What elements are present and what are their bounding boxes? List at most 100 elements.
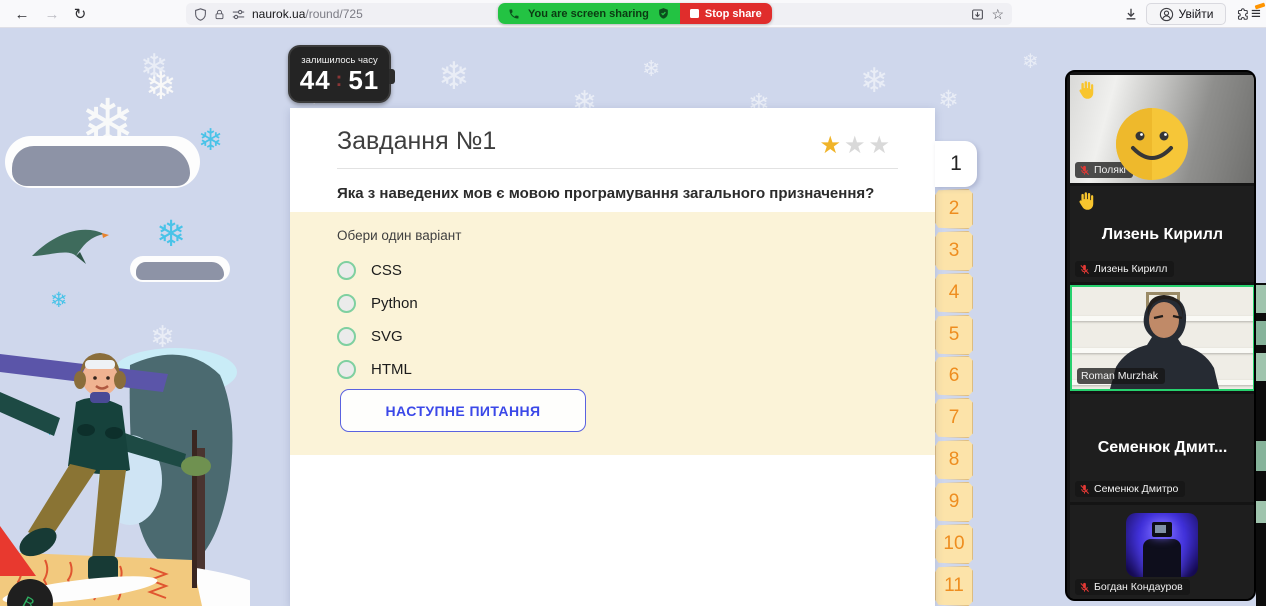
lock-icon[interactable] — [214, 8, 225, 21]
participant-name: Богдан Кондауров — [1094, 581, 1183, 593]
raised-hand-icon — [1075, 79, 1097, 101]
video-call-panel: Полякі Лизень Кирилл Лизень Кирилл — [1065, 70, 1256, 601]
participant-center-name: Семенюк Дмит... — [1070, 439, 1255, 457]
question-tab-6[interactable]: 6 — [935, 356, 973, 396]
snowflake-icon: ❄ — [50, 290, 68, 311]
next-question-button[interactable]: НАСТУПНЕ ПИТАННЯ — [340, 389, 586, 432]
divider — [337, 168, 898, 169]
option-svg[interactable]: SVG — [337, 320, 403, 353]
question-tab-7[interactable]: 7 — [935, 398, 973, 438]
account-icon — [1159, 7, 1174, 22]
question-tab-10[interactable]: 10 — [935, 524, 973, 564]
radio-button[interactable] — [337, 294, 356, 313]
question-tab-3[interactable]: 3 — [935, 231, 973, 271]
option-label: Python — [371, 295, 418, 312]
menu-icon[interactable]: ≡ — [1246, 0, 1266, 28]
question-tab-4[interactable]: 4 — [935, 273, 973, 313]
quiz-card: Завдання №1 ★★★ Яка з наведених мов є мо… — [290, 108, 935, 606]
snowflake-icon: ❄ — [438, 58, 470, 96]
save-tray-icon[interactable] — [971, 8, 984, 21]
participant-name: Лизень Кирилл — [1094, 263, 1167, 275]
winter-skier-illustration: B — [0, 330, 250, 606]
permissions-icon[interactable] — [232, 8, 245, 21]
radio-button[interactable] — [337, 327, 356, 346]
quiz-title: Завдання №1 — [337, 127, 496, 156]
snowflake-icon: ❄ — [642, 58, 660, 80]
question-tab-2[interactable]: 2 — [935, 189, 973, 229]
smiley-emoji-avatar — [1115, 107, 1189, 181]
url-text: naurok.ua/round/725 — [252, 7, 363, 21]
bird-illustration — [28, 224, 112, 266]
participant-name: Семенюк Дмитро — [1094, 483, 1178, 495]
participant-tile-active-speaker[interactable]: Roman Murzhak — [1070, 285, 1255, 391]
question-tab-8[interactable]: 8 — [935, 440, 973, 480]
option-python[interactable]: Python — [337, 287, 418, 320]
option-html[interactable]: HTML — [337, 353, 412, 386]
snowflake-icon: ❄ — [156, 216, 186, 252]
countdown-timer: залишилось часу 44 : 51 — [288, 45, 391, 103]
participant-tile[interactable]: Богдан Кондауров — [1070, 505, 1255, 600]
options-block: Обери один варіант CSS Python SVG HTML — [290, 212, 935, 455]
participant-avatar — [1126, 513, 1198, 577]
forward-button[interactable]: → — [38, 0, 66, 28]
question-tab-1[interactable]: 1 — [935, 141, 977, 187]
difficulty-stars: ★★★ — [819, 131, 893, 160]
update-badge — [1255, 3, 1266, 10]
participant-tile[interactable]: Семенюк Дмит... Семенюк Дмитро — [1070, 394, 1255, 502]
participant-name-chip: Лизень Кирилл — [1075, 261, 1174, 277]
snowflake-icon: ❄ — [1022, 52, 1039, 72]
option-label: SVG — [371, 328, 403, 345]
star-empty-icon: ★ — [844, 132, 869, 159]
snowflake-icon: ❄ — [198, 126, 223, 156]
timer-seconds: 51 — [348, 67, 379, 93]
phone-icon — [508, 8, 520, 20]
option-css[interactable]: CSS — [337, 254, 402, 287]
radio-button[interactable] — [337, 360, 356, 379]
question-tab-9[interactable]: 9 — [935, 482, 973, 522]
star-empty-icon: ★ — [868, 132, 893, 159]
option-label: CSS — [371, 262, 402, 279]
muted-mic-icon — [1079, 165, 1090, 176]
participant-name-chip: Roman Murzhak — [1077, 368, 1165, 384]
option-label: HTML — [371, 361, 412, 378]
raised-hand-icon — [1075, 190, 1097, 212]
back-button[interactable]: ← — [8, 0, 36, 28]
participant-center-name: Лизень Кирилл — [1070, 226, 1255, 244]
participant-tile[interactable]: Полякі — [1070, 75, 1255, 183]
snowflake-icon: ❄ — [145, 68, 177, 106]
downloads-icon[interactable] — [1118, 0, 1144, 28]
snowflake-icon: ❄ — [860, 64, 889, 98]
timer-minutes: 44 — [300, 67, 331, 93]
reload-button[interactable]: ↻ — [66, 0, 94, 28]
shield-check-icon — [657, 7, 670, 20]
rock — [12, 146, 190, 186]
rock — [136, 262, 224, 280]
muted-mic-icon — [1079, 264, 1090, 275]
share-message: You are screen sharing — [528, 8, 649, 20]
login-label: Увійти — [1179, 7, 1214, 21]
participant-name-chip: Богдан Кондауров — [1075, 579, 1190, 595]
choose-one-label: Обери один варіант — [337, 228, 461, 243]
participant-tile[interactable]: Лизень Кирилл Лизень Кирилл — [1070, 186, 1255, 282]
shield-icon[interactable] — [194, 8, 207, 21]
background-window-sliver — [1256, 283, 1266, 606]
bookmark-star-icon[interactable]: ☆ — [991, 6, 1004, 23]
screen-share-banner: You are screen sharing Stop share — [498, 3, 772, 24]
question-text: Яка з наведених мов є мовою програмуванн… — [337, 185, 874, 202]
star-filled-icon: ★ — [819, 132, 844, 159]
timer-colon: : — [336, 70, 344, 90]
participant-name-chip: Семенюк Дмитро — [1075, 481, 1185, 497]
radio-button[interactable] — [337, 261, 356, 280]
muted-mic-icon — [1079, 484, 1090, 495]
quiz-page-background: ❄ ❄ ❄ ❄ ❄ ❄ ❄ ❄ ❄ ❄ ❄ ❄ ❄ ❄ ❄ ❄ ❄ — [0, 28, 1266, 606]
question-tab-5[interactable]: 5 — [935, 315, 973, 355]
muted-mic-icon — [1079, 582, 1090, 593]
login-button[interactable]: Увійти — [1146, 3, 1226, 25]
stop-icon — [690, 9, 699, 18]
participant-name: Roman Murzhak — [1081, 370, 1158, 382]
stop-share-label: Stop share — [705, 8, 762, 20]
share-status: You are screen sharing — [498, 3, 680, 24]
question-tab-11[interactable]: 11 — [935, 566, 973, 606]
stop-share-button[interactable]: Stop share — [680, 3, 772, 24]
screen: ← → ↻ naurok.ua/round/725 ☆ Увійти ≡ — [0, 0, 1266, 606]
